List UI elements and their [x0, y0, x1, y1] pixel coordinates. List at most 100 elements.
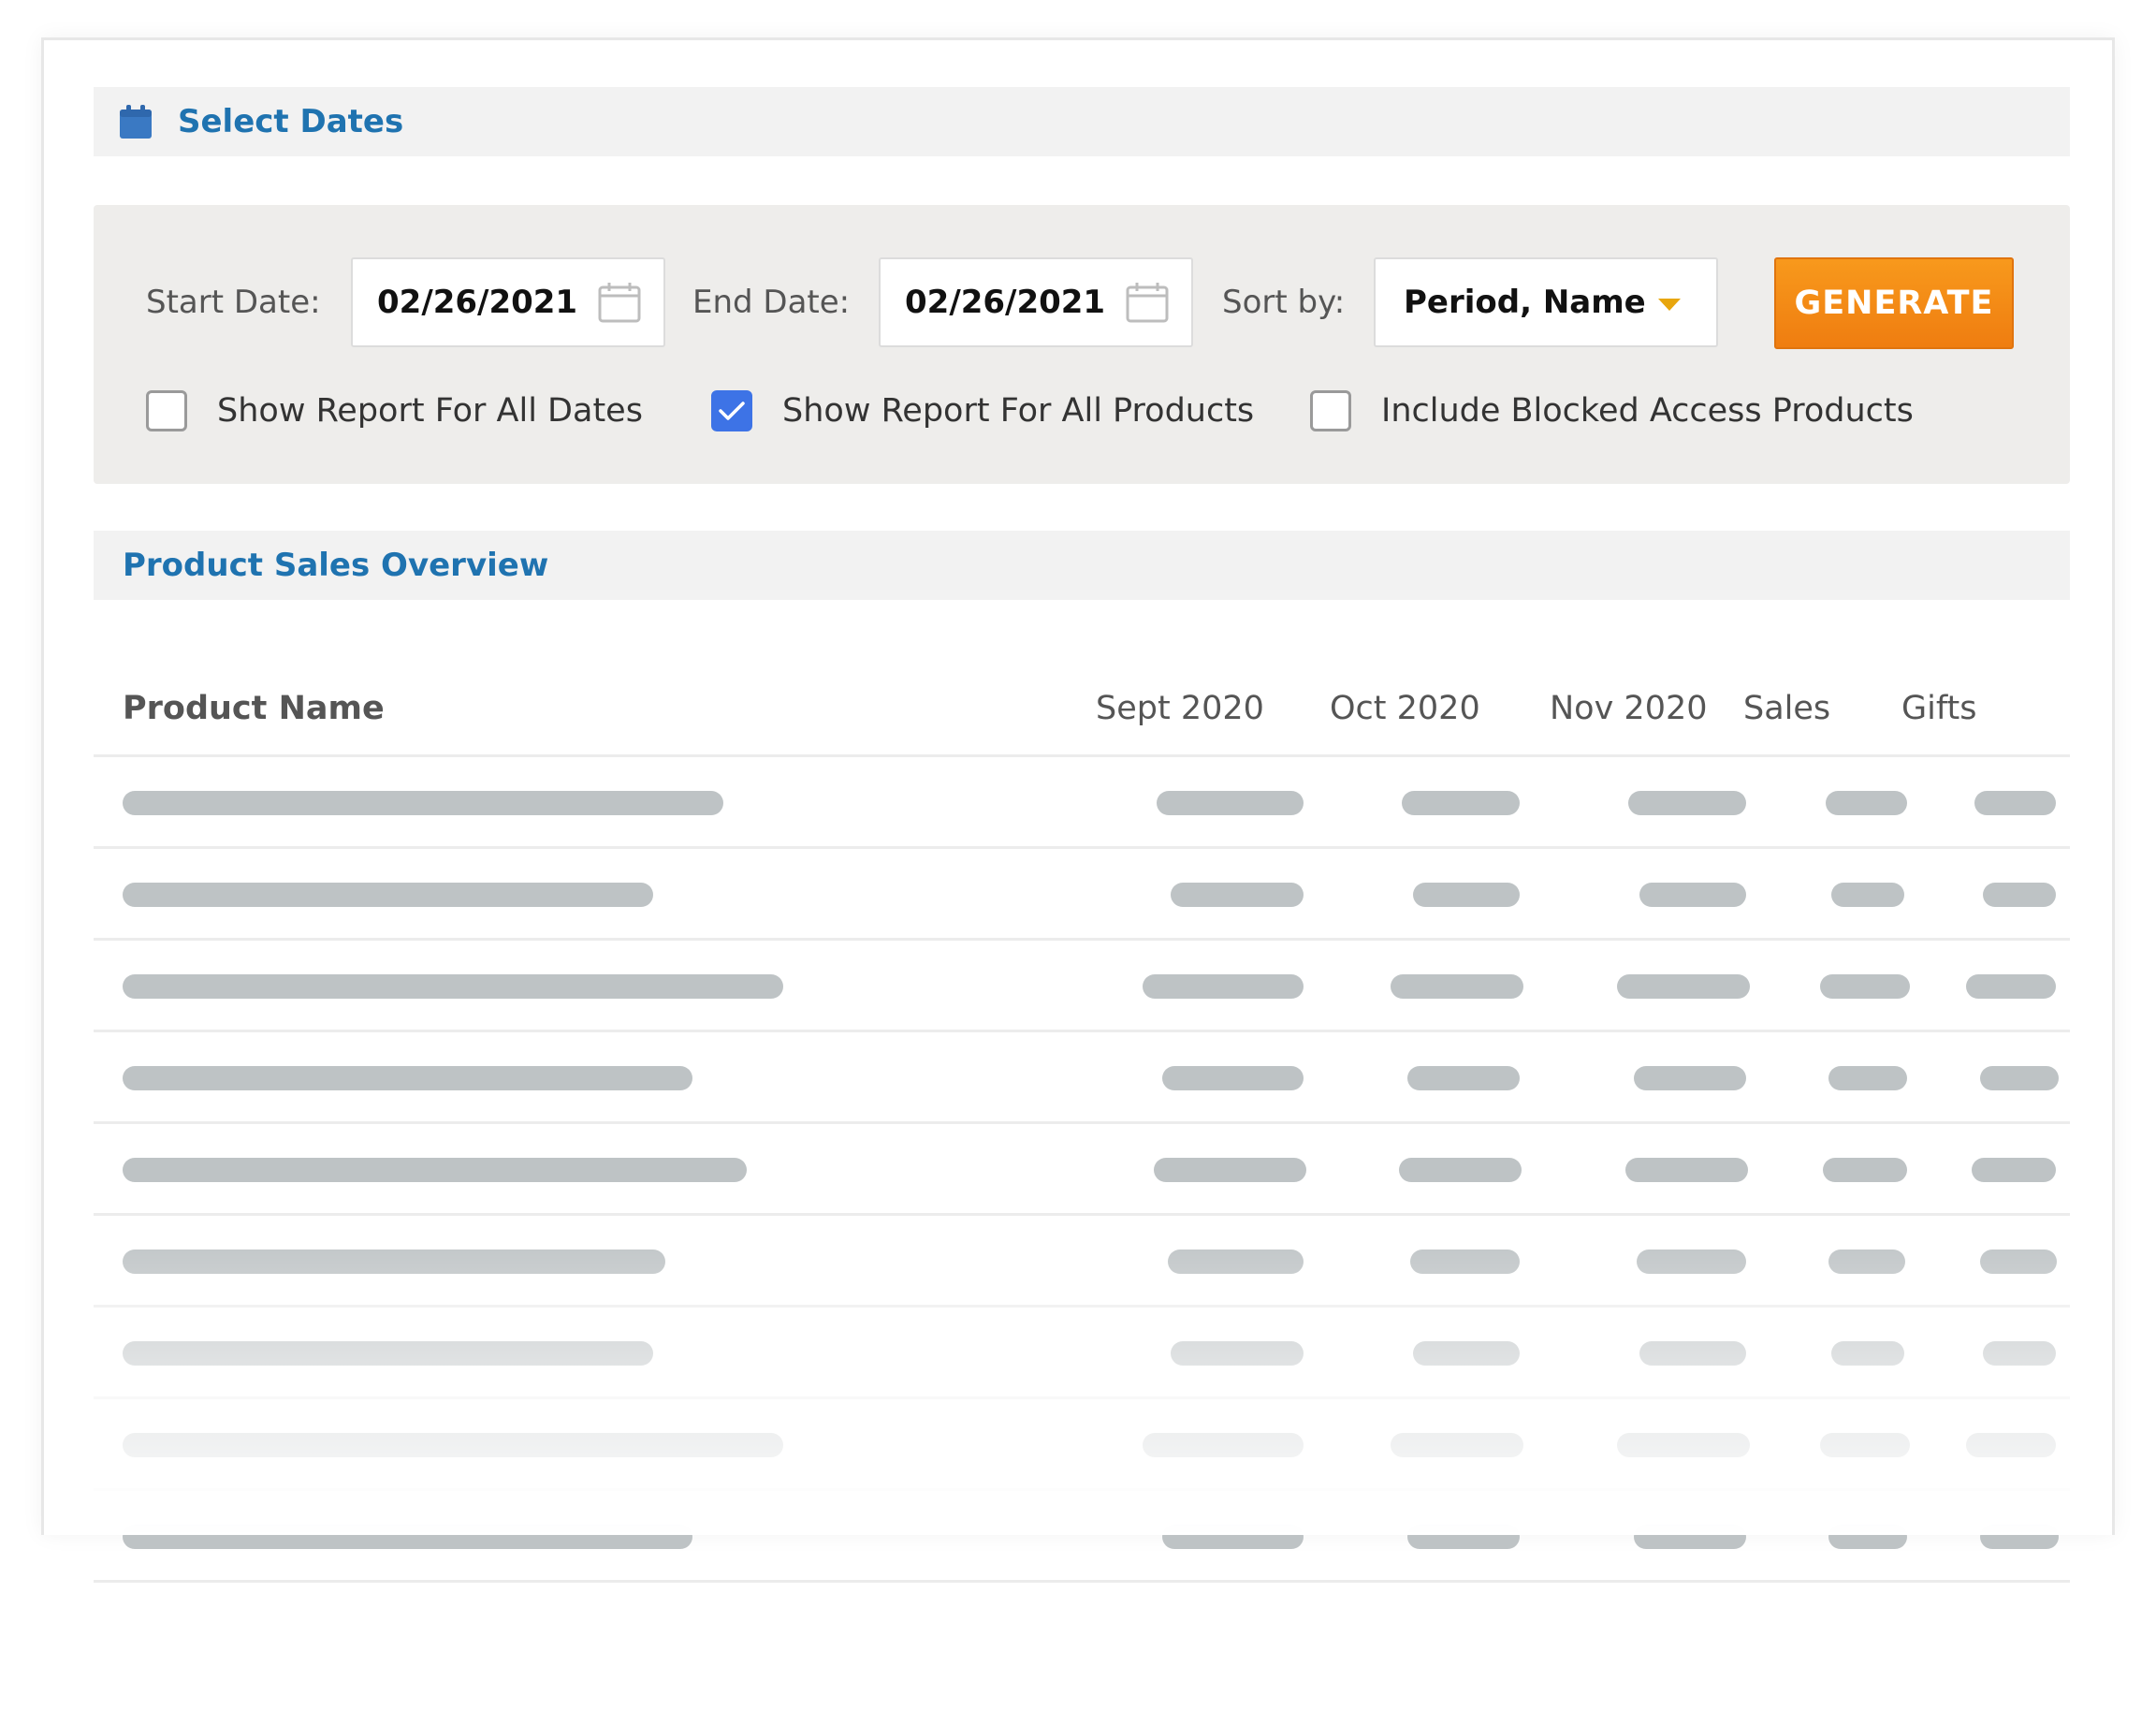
skeleton-value-cell: [1980, 1525, 2059, 1549]
skeleton-value-cell: [1639, 883, 1746, 907]
table-row[interactable]: [94, 757, 2070, 849]
select-dates-header: Select Dates: [94, 87, 2070, 156]
select-dates-title: Select Dates: [178, 103, 404, 140]
skeleton-value-cell: [1634, 1525, 1746, 1549]
show-all-dates-label: Show Report For All Dates: [217, 392, 643, 430]
column-gifts[interactable]: Gifts: [1901, 688, 1977, 729]
skeleton-value-cell: [1983, 883, 2056, 907]
sort-by-value: Period, Name: [1404, 284, 1646, 321]
skeleton-value-cell: [1617, 1433, 1750, 1457]
sort-by-select[interactable]: Period, Name: [1374, 257, 1718, 347]
skeleton-value-cell: [1980, 1066, 2059, 1090]
skeleton-value-cell: [1831, 1341, 1904, 1366]
table-row[interactable]: [94, 1124, 2070, 1216]
skeleton-value-cell: [1828, 1250, 1905, 1274]
include-blocked-label: Include Blocked Access Products: [1381, 392, 1914, 430]
skeleton-value-cell: [1972, 1158, 2056, 1182]
skeleton-value-cell: [1831, 883, 1904, 907]
skeleton-name-cell: [123, 883, 653, 907]
skeleton-value-cell: [1410, 1250, 1520, 1274]
skeleton-value-cell: [1157, 791, 1304, 815]
skeleton-value-cell: [1143, 1433, 1304, 1457]
calendar-icon: [120, 105, 152, 139]
table-row[interactable]: [94, 941, 2070, 1032]
chevron-down-icon[interactable]: [1658, 299, 1681, 311]
report-card: Select Dates Start Date: 02/26/2021 End …: [41, 37, 2115, 1583]
skeleton-name-cell: [123, 1341, 653, 1366]
table-row[interactable]: [94, 1216, 2070, 1308]
show-all-products-checkbox[interactable]: [711, 390, 752, 431]
end-date-input[interactable]: 02/26/2021: [879, 257, 1193, 347]
skeleton-value-cell: [1413, 883, 1520, 907]
skeleton-name-cell: [123, 1525, 692, 1549]
start-date-input[interactable]: 02/26/2021: [351, 257, 665, 347]
include-blocked-option[interactable]: Include Blocked Access Products: [1310, 388, 1914, 433]
skeleton-name-cell: [123, 1433, 783, 1457]
checkmark-icon: [719, 402, 745, 420]
calendar-icon[interactable]: [1126, 282, 1169, 323]
show-all-products-label: Show Report For All Products: [782, 392, 1255, 430]
skeleton-value-cell: [1826, 791, 1907, 815]
skeleton-value-cell: [1820, 1433, 1910, 1457]
column-sales[interactable]: Sales: [1743, 688, 1830, 729]
start-date-value: 02/26/2021: [377, 284, 578, 321]
skeleton-value-cell: [1162, 1066, 1304, 1090]
skeleton-value-cell: [1966, 974, 2056, 999]
skeleton-value-cell: [1628, 791, 1746, 815]
skeleton-value-cell: [1828, 1066, 1907, 1090]
skeleton-value-cell: [1828, 1525, 1907, 1549]
table-header: Product Name Sept 2020 Oct 2020 Nov 2020…: [94, 639, 2070, 757]
skeleton-value-cell: [1823, 1158, 1907, 1182]
skeleton-value-cell: [1391, 974, 1523, 999]
skeleton-value-cell: [1407, 1525, 1520, 1549]
table-row[interactable]: [94, 1491, 2070, 1583]
table-row[interactable]: [94, 849, 2070, 941]
end-date-value: 02/26/2021: [905, 284, 1106, 321]
table-body: [94, 757, 2070, 1583]
skeleton-name-cell: [123, 791, 723, 815]
skeleton-value-cell: [1639, 1341, 1746, 1366]
show-all-dates-option[interactable]: Show Report For All Dates: [146, 388, 643, 433]
skeleton-value-cell: [1168, 1250, 1304, 1274]
table-row[interactable]: [94, 1032, 2070, 1124]
table-row[interactable]: [94, 1308, 2070, 1399]
skeleton-name-cell: [123, 1066, 692, 1090]
product-sales-overview-header: Product Sales Overview: [94, 531, 2070, 600]
column-nov-2020[interactable]: Nov 2020: [1550, 688, 1708, 729]
skeleton-value-cell: [1171, 883, 1304, 907]
skeleton-name-cell: [123, 1250, 665, 1274]
skeleton-value-cell: [1391, 1433, 1523, 1457]
skeleton-value-cell: [1162, 1525, 1304, 1549]
filter-panel: Start Date: 02/26/2021 End Date: 02/26/2…: [94, 205, 2070, 484]
skeleton-value-cell: [1143, 974, 1304, 999]
calendar-icon[interactable]: [598, 282, 641, 323]
skeleton-value-cell: [1625, 1158, 1748, 1182]
skeleton-value-cell: [1402, 791, 1520, 815]
skeleton-value-cell: [1413, 1341, 1520, 1366]
skeleton-value-cell: [1154, 1158, 1306, 1182]
skeleton-value-cell: [1983, 1341, 2056, 1366]
skeleton-name-cell: [123, 974, 783, 999]
column-oct-2020[interactable]: Oct 2020: [1330, 688, 1480, 729]
show-all-products-option[interactable]: Show Report For All Products: [711, 388, 1254, 433]
end-date-label: End Date:: [692, 284, 851, 321]
skeleton-value-cell: [1637, 1250, 1746, 1274]
skeleton-value-cell: [1974, 791, 2056, 815]
show-all-dates-checkbox[interactable]: [146, 390, 187, 431]
sort-by-label: Sort by:: [1222, 284, 1346, 321]
skeleton-name-cell: [123, 1158, 747, 1182]
table-row[interactable]: [94, 1399, 2070, 1491]
skeleton-value-cell: [1171, 1341, 1304, 1366]
column-sept-2020[interactable]: Sept 2020: [1096, 688, 1264, 729]
skeleton-value-cell: [1820, 974, 1910, 999]
skeleton-value-cell: [1634, 1066, 1746, 1090]
skeleton-value-cell: [1980, 1250, 2057, 1274]
generate-button[interactable]: GENERATE: [1774, 257, 2014, 349]
column-product-name[interactable]: Product Name: [123, 688, 385, 729]
skeleton-value-cell: [1966, 1433, 2056, 1457]
include-blocked-checkbox[interactable]: [1310, 390, 1351, 431]
overview-title: Product Sales Overview: [123, 547, 549, 584]
skeleton-value-cell: [1407, 1066, 1520, 1090]
skeleton-value-cell: [1617, 974, 1750, 999]
skeleton-value-cell: [1399, 1158, 1522, 1182]
